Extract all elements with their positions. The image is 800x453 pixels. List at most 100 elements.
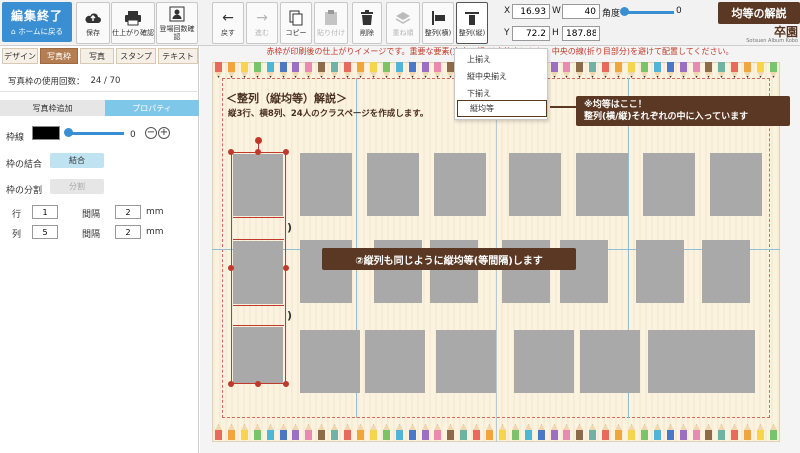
- arrow-left-icon: ←: [222, 9, 234, 26]
- minus-icon[interactable]: −: [145, 127, 157, 139]
- tab-stamp[interactable]: スタンプ: [116, 48, 156, 64]
- menu-item-distribute-vertical[interactable]: 縦均等: [457, 100, 547, 117]
- tab-photo-frame[interactable]: 写真枠: [40, 48, 78, 64]
- menu-item-align-middle[interactable]: 縦中央揃え: [455, 68, 547, 85]
- pencil-decoration: [305, 424, 313, 440]
- w-input[interactable]: [562, 4, 600, 19]
- pencil-decoration: [331, 62, 339, 78]
- angle-slider-handle[interactable]: [620, 7, 629, 16]
- pencil-decoration: [344, 62, 352, 78]
- x-input[interactable]: [512, 4, 550, 19]
- border-slider[interactable]: [66, 132, 124, 135]
- trash-icon: [358, 9, 376, 27]
- undo-button[interactable]: ← 戻す: [212, 2, 244, 44]
- callout-connector: [550, 106, 576, 108]
- merge-label: 枠の結合: [6, 160, 43, 170]
- y-input[interactable]: [512, 26, 550, 41]
- resize-handle[interactable]: [283, 149, 289, 155]
- photo-frame[interactable]: [576, 153, 628, 216]
- pencil-decoration: [769, 424, 777, 440]
- column-gap-label: 間隔: [82, 230, 101, 240]
- pencil-decoration: [666, 424, 674, 440]
- selected-column-frame[interactable]: [231, 152, 286, 384]
- layer-order-button[interactable]: 重ね順: [386, 2, 420, 44]
- photo-frame[interactable]: [434, 153, 486, 216]
- photo-frame[interactable]: [436, 330, 496, 393]
- resize-handle[interactable]: [255, 149, 261, 155]
- tab-add-frame[interactable]: 写真枠追加: [0, 100, 105, 116]
- tab-text[interactable]: テキスト: [158, 48, 198, 64]
- toolbar: 編集終了 ⌂ ホームに戻る 保存 仕上がり確認 登場回数確認 ← 戻す → 進む: [0, 0, 800, 46]
- pencil-decoration: [731, 62, 739, 78]
- row-count-input[interactable]: [32, 205, 58, 219]
- resize-handle[interactable]: [255, 381, 261, 387]
- arrow-right-icon: →: [256, 9, 268, 26]
- pencil-decoration: [769, 62, 777, 78]
- home-button[interactable]: 編集終了 ⌂ ホームに戻る: [2, 2, 72, 42]
- row-gap-input[interactable]: [115, 205, 141, 219]
- rotate-handle[interactable]: [255, 137, 262, 144]
- split-button[interactable]: 分割: [50, 179, 104, 194]
- tab-design[interactable]: デザイン: [2, 48, 38, 64]
- photo-frame[interactable]: [643, 153, 695, 216]
- redo-button[interactable]: → 進む: [246, 2, 278, 44]
- photo-frame[interactable]: [710, 153, 762, 216]
- row-label: 行: [12, 210, 22, 220]
- x-label: X: [504, 6, 511, 16]
- column-count-input[interactable]: [32, 225, 58, 239]
- tab-properties[interactable]: プロパティ: [105, 100, 199, 116]
- merge-button[interactable]: 結合: [50, 153, 104, 168]
- row-gap-label: 間隔: [82, 210, 101, 220]
- photo-frame[interactable]: [636, 240, 684, 303]
- photo-frame[interactable]: [700, 330, 755, 393]
- delete-button[interactable]: 削除: [352, 2, 382, 44]
- border-label: 枠線: [6, 133, 25, 143]
- menu-item-align-top[interactable]: 上揃え: [455, 51, 547, 68]
- pencil-decoration: [705, 62, 713, 78]
- bracket-mark: ): [287, 221, 293, 234]
- border-slider-handle[interactable]: [64, 128, 73, 137]
- plus-icon[interactable]: +: [158, 127, 170, 139]
- paste-button[interactable]: 貼り付け: [314, 2, 348, 44]
- appearance-check-button[interactable]: 登場回数確認: [156, 2, 198, 44]
- photo-frame[interactable]: [300, 153, 352, 216]
- copy-button[interactable]: コピー: [280, 2, 312, 44]
- pencil-decoration: [705, 424, 713, 440]
- column-gap-input[interactable]: [115, 225, 141, 239]
- angle-slider[interactable]: [624, 11, 674, 14]
- align-horizontal-button[interactable]: 整列(横): [422, 2, 454, 44]
- resize-handle[interactable]: [283, 265, 289, 271]
- tab-photo[interactable]: 写真: [80, 48, 114, 64]
- save-button[interactable]: 保存: [76, 2, 110, 44]
- resize-handle[interactable]: [228, 149, 234, 155]
- photo-frame[interactable]: [580, 330, 640, 393]
- photo-frame[interactable]: [367, 153, 419, 216]
- pencil-decoration: [718, 424, 726, 440]
- pencil-decoration: [640, 62, 648, 78]
- border-color-swatch[interactable]: [32, 126, 60, 140]
- align-vertical-button[interactable]: 整列(縦): [456, 2, 488, 44]
- pencil-decoration: [318, 62, 326, 78]
- photo-frame[interactable]: [648, 330, 708, 393]
- pencil-decoration: [421, 62, 429, 78]
- photo-frame[interactable]: [702, 240, 750, 303]
- photo-frame[interactable]: [365, 330, 425, 393]
- pencil-decoration: [602, 62, 610, 78]
- pencil-decoration: [227, 424, 235, 440]
- photo-frame[interactable]: [300, 330, 360, 393]
- resize-handle[interactable]: [228, 381, 234, 387]
- pencil-decoration: [395, 62, 403, 78]
- preview-button[interactable]: 仕上がり確認: [111, 2, 155, 44]
- h-input[interactable]: [562, 26, 600, 41]
- resize-handle[interactable]: [228, 265, 234, 271]
- column-label: 列: [12, 230, 22, 240]
- selection-divider: [233, 305, 284, 306]
- pencil-decoration: [744, 424, 752, 440]
- left-panel: デザイン 写真枠 写真 スタンプ テキスト 写真枠の使用回数： 24 / 70 …: [0, 46, 199, 453]
- pencil-decoration: [731, 424, 739, 440]
- cloud-upload-icon: [84, 9, 102, 27]
- photo-frame[interactable]: [509, 153, 561, 216]
- resize-handle[interactable]: [283, 381, 289, 387]
- pencil-decoration: [421, 424, 429, 440]
- photo-frame[interactable]: [514, 330, 574, 393]
